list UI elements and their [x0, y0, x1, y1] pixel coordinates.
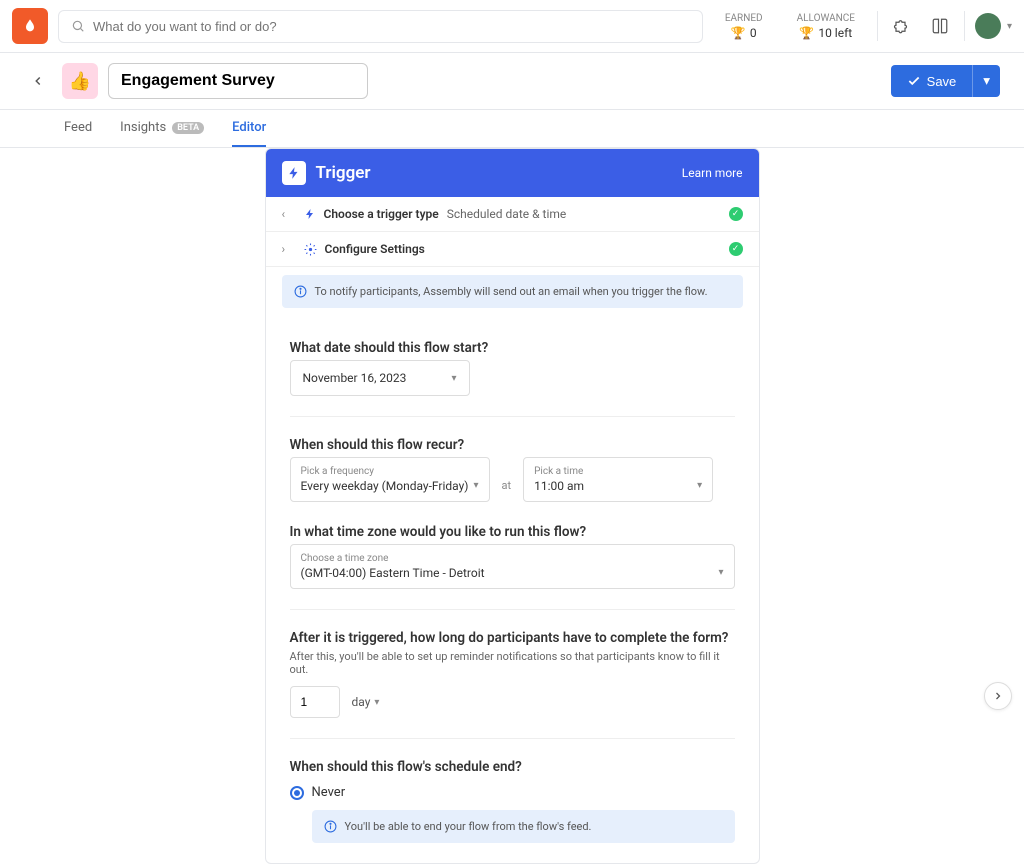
info-icon: [324, 820, 337, 833]
avatar: [975, 13, 1001, 39]
check-icon: ✓: [729, 207, 743, 221]
beta-badge: BETA: [172, 122, 204, 134]
tab-insights[interactable]: Insights BETA: [120, 110, 204, 147]
chevron-right-icon: [992, 690, 1004, 702]
chevron-down-icon: ▾: [1007, 21, 1012, 32]
time-select[interactable]: Pick a time 11:00 am ▾: [523, 457, 713, 502]
chevron-left-icon: ‹: [282, 207, 296, 221]
book-button[interactable]: [926, 12, 954, 40]
gear-icon: [304, 243, 317, 256]
step-trigger-type[interactable]: ‹ Choose a trigger type Scheduled date &…: [266, 197, 759, 232]
timezone-select[interactable]: Choose a time zone (GMT-04:00) Eastern T…: [290, 544, 735, 589]
check-icon: ✓: [729, 242, 743, 256]
end-never-option[interactable]: Never: [290, 785, 735, 800]
search-icon: [71, 19, 85, 33]
end-question: When should this flow's schedule end?: [290, 759, 735, 775]
chevron-down-icon: ▾: [697, 480, 702, 491]
timezone-question: In what time zone would you like to run …: [290, 524, 735, 540]
complete-helper: After this, you'll be able to set up rem…: [290, 650, 735, 676]
tab-feed[interactable]: Feed: [64, 110, 92, 147]
bolt-icon: [282, 161, 306, 185]
scroll-fab[interactable]: [984, 682, 1012, 710]
puzzle-button[interactable]: [888, 12, 916, 40]
save-dropdown[interactable]: ▾: [972, 65, 1000, 97]
earned-stat: EARNED 🏆0: [713, 13, 775, 40]
end-info: You'll be able to end your flow from the…: [312, 810, 735, 843]
chevron-left-icon: [31, 74, 45, 88]
check-icon: [907, 74, 921, 88]
book-icon: [931, 17, 949, 35]
complete-question: After it is triggered, how long do parti…: [290, 630, 735, 646]
start-date-question: What date should this flow start?: [290, 340, 735, 356]
back-button[interactable]: [24, 67, 52, 95]
duration-unit-select[interactable]: day ▾: [352, 695, 380, 709]
app-logo[interactable]: [12, 8, 48, 44]
at-label: at: [502, 479, 512, 502]
chevron-down-icon: ▾: [451, 373, 456, 384]
flow-title-input[interactable]: [108, 63, 368, 99]
trigger-card: Trigger Learn more ‹ Choose a trigger ty…: [265, 148, 760, 864]
tab-editor[interactable]: Editor: [232, 110, 266, 147]
radio-icon: [290, 786, 304, 800]
chevron-right-icon: ›: [282, 242, 296, 256]
info-icon: [294, 285, 307, 298]
save-button[interactable]: Save: [891, 65, 973, 97]
frequency-select[interactable]: Pick a frequency Every weekday (Monday-F…: [290, 457, 490, 502]
notify-info: To notify participants, Assembly will se…: [282, 275, 743, 308]
flame-icon: [22, 18, 38, 34]
card-title: Trigger: [316, 163, 371, 183]
step-configure[interactable]: › Configure Settings ✓: [266, 232, 759, 267]
trophy-icon: 🏆: [799, 26, 814, 40]
trophy-icon: 🏆: [731, 26, 746, 40]
search-field[interactable]: [93, 19, 690, 34]
search-input[interactable]: [58, 10, 703, 43]
chevron-down-icon: ▾: [473, 480, 478, 491]
chevron-down-icon: ▾: [374, 697, 379, 708]
user-menu[interactable]: ▾: [975, 12, 1012, 40]
allowance-stat: ALLOWANCE 🏆10 left: [785, 13, 867, 40]
duration-input[interactable]: [290, 686, 340, 718]
chevron-down-icon: ▾: [718, 567, 723, 578]
flow-emoji[interactable]: 👍: [62, 63, 98, 99]
puzzle-icon: [893, 17, 911, 35]
chevron-down-icon: ▾: [983, 73, 990, 88]
bolt-icon: [304, 208, 316, 220]
recur-question: When should this flow recur?: [290, 437, 735, 453]
learn-more-link[interactable]: Learn more: [682, 166, 743, 180]
start-date-select[interactable]: November 16, 2023 ▾: [290, 360, 470, 396]
